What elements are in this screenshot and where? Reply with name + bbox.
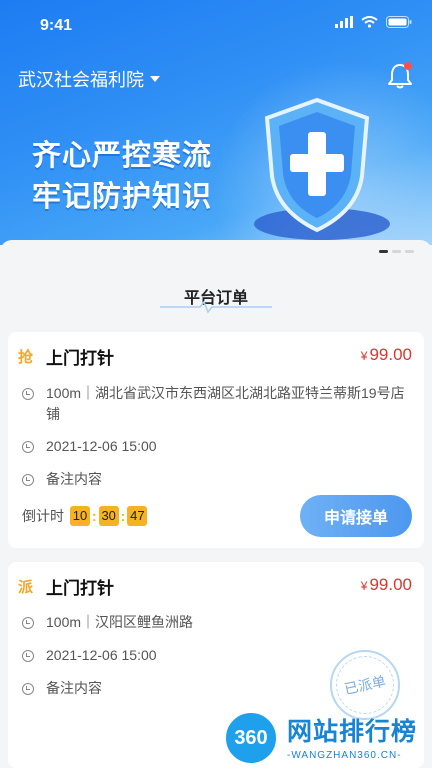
price-value: 99.00	[369, 575, 412, 594]
order-address-row: 100m｜湖北省武汉市东西湖区北湖北路亚特兰蒂斯19号店铺	[22, 383, 412, 425]
order-address: 100m｜汉阳区鲤鱼洲路	[46, 614, 194, 630]
order-price: ¥99.00	[361, 345, 412, 365]
wifi-icon	[361, 16, 378, 28]
banner-line-2: 牢记防护知识	[32, 181, 213, 213]
grab-order-icon: 抢	[18, 348, 34, 366]
shield-icon	[254, 97, 390, 240]
dispatched-order-icon: 派	[18, 578, 34, 596]
org-name: 武汉社会福利院	[18, 70, 144, 90]
pagination-dot	[405, 250, 414, 253]
watermark-text: 网站排行榜	[287, 718, 418, 746]
order-title: 上门打针	[46, 579, 114, 598]
note-icon	[22, 474, 34, 486]
org-selector[interactable]: 武汉社会福利院	[18, 66, 160, 92]
countdown-minutes: 30	[98, 506, 119, 526]
countdown: 倒计时 10 : 30 : 47	[22, 506, 148, 526]
battery-icon	[386, 16, 412, 28]
countdown-separator: :	[92, 508, 97, 524]
countdown-seconds: 47	[127, 506, 148, 526]
order-time-row: 2021-12-06 15:00	[22, 436, 412, 457]
status-bar: 9:41	[0, 0, 432, 50]
order-address-row: 100m｜汉阳区鲤鱼洲路	[22, 612, 412, 633]
pagination-dot	[392, 250, 401, 253]
bell-icon[interactable]	[386, 60, 414, 90]
order-address: 100m｜湖北省武汉市东西湖区北湖北路亚特兰蒂斯19号店铺	[46, 385, 405, 422]
banner-pagination	[379, 250, 414, 253]
distance-icon	[22, 617, 34, 629]
apply-order-button[interactable]: 申请接单	[300, 495, 412, 537]
price-symbol: ¥	[360, 349, 368, 363]
distance-icon	[22, 388, 34, 400]
note-icon	[22, 683, 34, 695]
order-note-row: 备注内容	[22, 469, 412, 490]
dropdown-caret-icon	[150, 76, 160, 82]
pulse-line-icon	[160, 300, 272, 314]
countdown-hours: 10	[70, 506, 90, 526]
watermark-badge: 360	[223, 710, 279, 766]
pagination-dot-active	[379, 250, 388, 253]
watermark-subtext: -WANGZHAN360.CN-	[287, 750, 402, 761]
countdown-separator: :	[120, 508, 126, 524]
countdown-label: 倒计时	[22, 508, 64, 524]
price-value: 99.00	[369, 345, 412, 364]
order-card[interactable]: 抢 上门打针 ¥99.00 100m｜湖北省武汉市东西湖区北湖北路亚特兰蒂斯19…	[8, 332, 424, 548]
order-price: ¥99.00	[361, 575, 412, 595]
signal-icon	[335, 16, 353, 28]
banner-slogan: 齐心严控寒流 牢记防护知识	[32, 136, 212, 218]
clock-icon	[22, 441, 34, 453]
status-icons	[335, 16, 412, 28]
order-title: 上门打针	[46, 349, 114, 368]
status-time: 9:41	[40, 17, 73, 34]
clock-icon	[22, 650, 34, 662]
banner-line-1: 齐心严控寒流	[32, 140, 213, 172]
order-datetime: 2021-12-06 15:00	[46, 438, 157, 454]
watermark: 360 网站排行榜 -WANGZHAN360.CN-	[215, 700, 432, 768]
order-note: 备注内容	[46, 471, 102, 487]
price-symbol: ¥	[360, 579, 368, 593]
